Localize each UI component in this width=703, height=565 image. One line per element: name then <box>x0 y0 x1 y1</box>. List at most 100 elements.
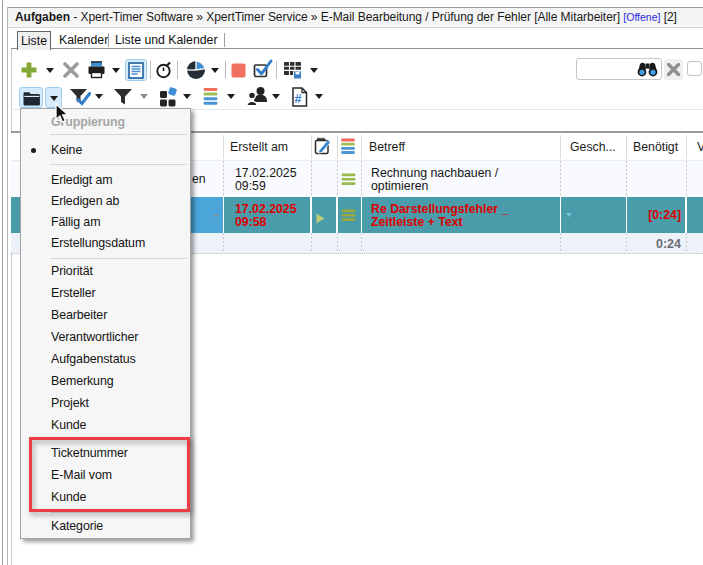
add-task-dropdown-arrow[interactable] <box>46 68 54 73</box>
filter-active-dropdown-arrow[interactable] <box>95 94 103 99</box>
toolbar-separator <box>177 61 178 79</box>
title-filter-status: [Offene] <box>623 11 660 23</box>
project-cell-fragment: en <box>192 172 206 186</box>
tab-liste-und-kalender[interactable]: Liste und Kalender <box>115 31 218 49</box>
filter-icon <box>113 88 133 106</box>
column-resize-handle[interactable] <box>626 135 627 159</box>
title-path: - Xpert-Timer Software » XpertTimer Serv… <box>70 10 623 24</box>
column-header-note-icon[interactable] <box>314 137 331 160</box>
column-resize-handle[interactable] <box>337 135 338 159</box>
menu-item-keine[interactable]: Keine <box>51 142 82 159</box>
column-resize-handle[interactable] <box>311 135 312 159</box>
window-title-bar: Aufgaben - Xpert-Timer Software » XpertT… <box>8 7 703 28</box>
timer-button[interactable] <box>155 60 173 83</box>
tab-kalender[interactable]: Kalender <box>59 31 108 49</box>
column-resize-handle[interactable] <box>686 135 687 159</box>
ticket-number-button[interactable]: # <box>291 87 308 111</box>
menu-item-erledigt-am[interactable]: Erledigt am <box>51 172 113 189</box>
squares-group-icon <box>159 86 178 107</box>
menu-item-aufgabenstatus[interactable]: Aufgabenstatus <box>51 351 136 368</box>
menu-item-kategorie[interactable]: Kategorie <box>51 518 103 535</box>
tab-separator <box>224 33 225 47</box>
toolbar-separator <box>150 61 151 79</box>
search-option-checkbox[interactable] <box>687 61 702 76</box>
export-grid-button[interactable] <box>283 60 303 84</box>
window-border-left <box>2 0 3 565</box>
menu-item-erstellungsdatum[interactable]: Erstellungsdatum <box>51 235 145 252</box>
filter-dropdown-arrow-disabled[interactable] <box>140 94 148 99</box>
menu-separator <box>50 164 187 165</box>
subject-line2: optimieren <box>371 179 428 193</box>
color-marker-button[interactable] <box>231 63 246 82</box>
subject-line1: Rechnung nachbauen / <box>371 166 498 180</box>
xpert-timer-window: Aufgaben - Xpert-Timer Software » XpertT… <box>0 0 703 565</box>
menu-item-priorit-t[interactable]: Priorität <box>51 263 93 280</box>
task-lines-icon <box>341 172 356 190</box>
column-header-benoetigt[interactable]: Benötigt <box>633 133 691 161</box>
menu-item-f-llig-am[interactable]: Fällig am <box>51 214 100 231</box>
menu-separator <box>50 134 187 135</box>
number-document-icon: # <box>291 87 308 107</box>
print-button[interactable] <box>87 60 106 83</box>
detail-view-toggle-button[interactable] <box>125 59 147 81</box>
active-play-icon <box>316 210 325 228</box>
print-dropdown-arrow[interactable] <box>112 68 120 73</box>
project-cell-selected[interactable] <box>190 197 223 233</box>
categories-dropdown-arrow[interactable] <box>183 94 191 99</box>
filter-button[interactable] <box>113 88 133 110</box>
statistics-button[interactable] <box>186 60 206 84</box>
created-date: 17.02.2025 <box>235 166 297 180</box>
grouping-button[interactable] <box>19 87 43 109</box>
title-module: Aufgaben <box>15 10 70 24</box>
add-task-button[interactable] <box>20 61 38 83</box>
title-count-value: [2] <box>664 10 677 24</box>
column-header-betreff[interactable]: Betreff <box>369 133 489 161</box>
created-time: 09:58 <box>235 215 266 229</box>
tab-liste[interactable]: Liste <box>17 31 51 50</box>
menu-item-kunde[interactable]: Kunde <box>51 417 86 434</box>
cell-dropdown-arrow[interactable] <box>213 214 219 218</box>
subject-line2: Zeitleiste + Text <box>371 215 463 229</box>
column-resize-handle[interactable] <box>361 135 362 159</box>
statistics-dropdown-arrow[interactable] <box>211 68 219 73</box>
column-resize-handle[interactable] <box>223 135 224 159</box>
clear-x-icon <box>667 63 680 76</box>
confirm-edit-button[interactable] <box>253 58 273 83</box>
menu-item-erledigen-ab[interactable]: Erledigen ab <box>51 193 119 210</box>
content-border-left <box>11 49 12 565</box>
grouping-lines-dropdown-arrow[interactable] <box>227 94 235 99</box>
estimated-dropdown-arrow[interactable] <box>566 213 572 217</box>
menu-item-bemerkung[interactable]: Bemerkung <box>51 373 113 390</box>
toolbar-separator <box>276 61 277 79</box>
column-header-lines-icon[interactable] <box>340 138 356 159</box>
menu-item-verantwortlicher[interactable]: Verantwortlicher <box>51 329 138 346</box>
toolbar-separator <box>225 61 226 79</box>
document-list-icon <box>128 62 144 79</box>
column-header-verbleibend[interactable]: V <box>697 133 703 161</box>
delete-task-button[interactable] <box>63 62 79 82</box>
grouping-dropdown-arrow <box>50 96 58 101</box>
stopwatch-icon <box>155 60 173 79</box>
menu-item-ersteller[interactable]: Ersteller <box>51 285 96 302</box>
clear-search-button[interactable] <box>664 59 683 80</box>
users-button[interactable] <box>246 86 268 111</box>
color-square-icon <box>231 63 246 78</box>
panel-border-left <box>7 7 8 565</box>
column-resize-handle[interactable] <box>560 135 561 159</box>
created-date: 17.02.2025 <box>235 202 297 216</box>
plus-icon <box>20 61 38 79</box>
mouse-cursor <box>55 103 70 128</box>
pie-chart-icon <box>186 60 206 80</box>
column-header-geschaetzt[interactable]: Gesch... <box>570 133 630 161</box>
created-time: 09:59 <box>235 179 266 193</box>
tab-separator <box>108 33 109 47</box>
menu-item-projekt[interactable]: Projekt <box>51 395 89 412</box>
svg-text:#: # <box>294 92 301 106</box>
column-header-erstellt-am[interactable]: Erstellt am <box>230 133 310 161</box>
needed-time: [0:24] <box>626 208 681 222</box>
grouping-lines-button[interactable] <box>203 87 218 110</box>
menu-item-bearbeiter[interactable]: Bearbeiter <box>51 307 107 324</box>
export-grid-dropdown-arrow[interactable] <box>310 68 318 73</box>
ticket-number-dropdown-arrow[interactable] <box>315 94 323 99</box>
users-dropdown-arrow[interactable] <box>272 94 280 99</box>
